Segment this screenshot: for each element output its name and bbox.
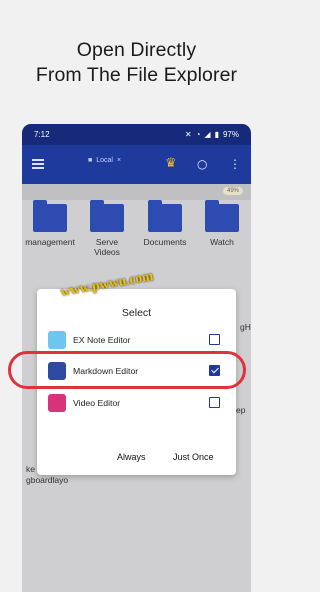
close-icon[interactable]: ×	[117, 157, 121, 164]
always-button[interactable]: Always	[117, 452, 146, 462]
folder-icon	[148, 200, 182, 232]
background-label: ep	[236, 405, 246, 415]
option-checkbox[interactable]	[209, 334, 220, 345]
folder-watch[interactable]: Watch	[197, 200, 247, 247]
background-label: gH	[240, 322, 251, 332]
battery-icon: ▮	[214, 130, 219, 139]
mute-icon: ✕	[184, 130, 192, 139]
folder-label: Watch	[210, 237, 234, 247]
file-icon: ■	[88, 157, 93, 164]
battery-percent: 97%	[222, 130, 239, 139]
menu-icon[interactable]	[32, 159, 44, 169]
option-checkbox[interactable]	[209, 397, 220, 408]
headline: Open Directly From The File Explorer	[0, 38, 273, 88]
background-label: ke	[26, 464, 35, 474]
option-label: Video Editor	[73, 398, 121, 408]
signal-icon: ◢	[204, 130, 211, 139]
status-bar: 7:12 ✕ ◔ ◢ ▮ 97%	[22, 124, 251, 145]
app-bar: ■ Local × ♛ ○ ⋮	[22, 145, 251, 184]
option-label: EX Note Editor	[73, 335, 131, 345]
background-label: gboardlayo	[26, 475, 69, 485]
just-once-button[interactable]: Just Once	[173, 452, 214, 462]
dialog-title: Select	[121, 307, 152, 319]
search-icon[interactable]: ○	[197, 157, 207, 171]
folder-icon	[90, 200, 124, 232]
option-video-editor[interactable]: Video Editor	[37, 390, 236, 416]
folder-icon	[205, 200, 239, 232]
video-editor-icon	[48, 394, 66, 412]
status-time: 7:12	[34, 130, 50, 139]
headline-line1: Open Directly	[76, 39, 197, 61]
folder-label: Documents	[143, 237, 187, 247]
tab-local[interactable]: ■ Local ×	[88, 157, 121, 164]
more-icon[interactable]: ⋮	[229, 157, 241, 171]
folder-label: management	[25, 237, 75, 247]
path-bar: 49%	[22, 184, 251, 200]
option-ex-note-editor[interactable]: EX Note Editor	[37, 327, 236, 353]
folder-serve-videos[interactable]: Serve Videos	[82, 200, 132, 257]
folder-management[interactable]: management	[25, 200, 75, 247]
folder-label: Serve Videos	[94, 237, 120, 257]
storage-badge: 49%	[222, 187, 243, 195]
markdown-editor-highlight	[8, 351, 246, 389]
folder-documents[interactable]: Documents	[140, 200, 190, 247]
tab-label: Local	[96, 157, 113, 164]
crown-icon[interactable]: ♛	[165, 156, 177, 171]
wifi-icon: ◔	[195, 130, 201, 139]
status-system: ✕ ◔ ◢ ▮ 97%	[185, 130, 239, 139]
headline-line2: From The File Explorer	[35, 64, 238, 86]
folder-icon	[33, 200, 67, 232]
ex-note-editor-icon	[48, 331, 66, 349]
